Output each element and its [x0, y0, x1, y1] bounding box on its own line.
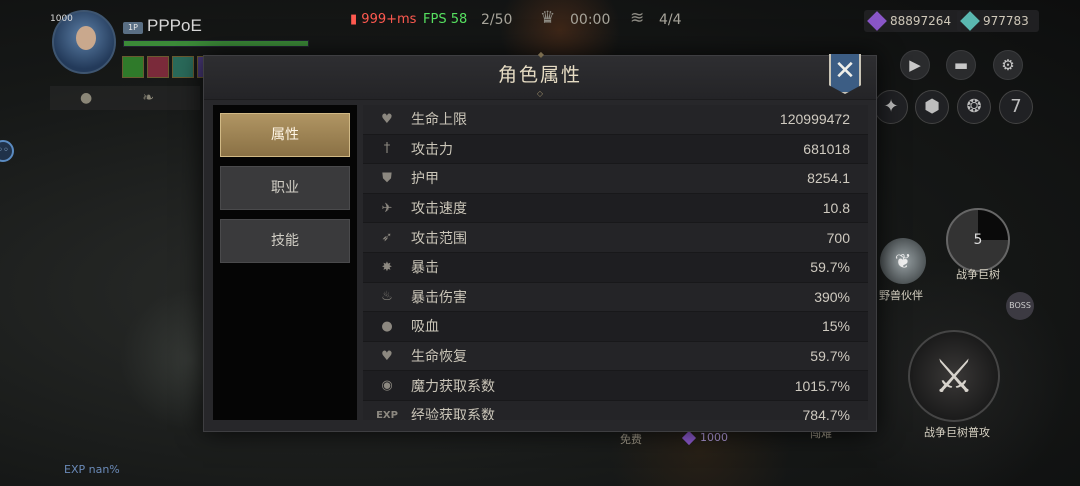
stat-label: 经验获取系数 — [411, 408, 495, 420]
basic-attack-label: 战争巨树普攻 — [924, 426, 990, 439]
stat-value: 10.8 — [822, 200, 850, 217]
purple-gem-icon — [867, 11, 887, 31]
stat-value: 681018 — [803, 140, 850, 157]
sword-icon: † — [383, 141, 391, 157]
panel-header: ◆ 角色属性 ◇ ✕ — [204, 50, 876, 100]
emblem-icon: ♛ — [540, 8, 556, 28]
stat-value: 59.7% — [810, 259, 850, 276]
player-level: 1000 — [50, 14, 73, 24]
stat-row: ♥ 生命恢复 59.7% — [363, 341, 868, 372]
settings-gear-icon[interactable]: ⚙ — [993, 50, 1023, 80]
stat-value: 15% — [821, 318, 850, 335]
stat-label: 攻击力 — [411, 141, 453, 158]
stat-value: 59.7% — [810, 348, 850, 365]
stat-label: 攻击速度 — [411, 201, 467, 218]
mana-icon: ◉ — [381, 378, 393, 394]
tab-profession[interactable]: 职业 — [220, 166, 350, 210]
rune-slot-icon[interactable]: ❂ — [957, 90, 991, 124]
stat-label: 吸血 — [411, 319, 439, 336]
leaf-icon[interactable]: ❧ — [142, 90, 154, 106]
tab-attributes[interactable]: 属性 — [220, 113, 350, 157]
match-timer: 00:00 — [570, 12, 611, 28]
stat-label: 魔力获取系数 — [411, 378, 495, 395]
stat-value: 784.7% — [802, 407, 850, 420]
wave-counter: 2/50 — [481, 12, 513, 28]
free-label: 免费 — [620, 433, 642, 446]
stat-value: 700 — [826, 229, 850, 246]
drop-icon: ● — [381, 318, 393, 334]
skill-tree-cooldown[interactable]: 5 — [946, 208, 1010, 272]
rune-slot-icon[interactable]: ⬢ — [915, 90, 949, 124]
title-ornament-icon: ◇ — [536, 89, 544, 98]
buff-icon — [172, 56, 194, 78]
flame-icon: ♨ — [381, 289, 393, 305]
heart-icon: ♥ — [381, 111, 393, 127]
stat-value: 120999472 — [779, 111, 850, 128]
stat-row: ✈ 攻击速度 10.8 — [363, 193, 868, 224]
stat-label: 护甲 — [411, 171, 439, 188]
tab-column: 属性 职业 技能 — [213, 105, 357, 420]
stat-row: ⛊ 护甲 8254.1 — [363, 164, 868, 194]
player-badge: 1P — [123, 22, 143, 34]
chat-button[interactable]: ▬ — [946, 50, 976, 80]
cost-value: 1000 — [700, 431, 728, 444]
currency-purple-value: 88897264 — [890, 14, 952, 28]
buff-icon — [147, 56, 169, 78]
rank-chevron-icon: ≋ — [630, 8, 645, 28]
ping-value: 999+ms — [361, 12, 417, 27]
teal-gem-icon — [960, 11, 980, 31]
stat-row: EXP 经验获取系数 784.7% — [363, 401, 868, 420]
stat-row: ♨ 暴击伤害 390% — [363, 282, 868, 313]
rune-slot-icon[interactable]: ✦ — [874, 90, 908, 124]
hp-bar — [123, 40, 309, 47]
stat-label: 攻击范围 — [411, 230, 467, 247]
wing-icon: ✈ — [381, 200, 393, 216]
beast-partner-icon[interactable]: ❦ — [880, 238, 926, 284]
basic-attack-sword-icon[interactable]: ⚔ — [908, 330, 1000, 422]
currency-teal-value: 977783 — [983, 14, 1029, 28]
player-name: PPPoE — [147, 16, 202, 35]
stat-label: 暴击伤害 — [411, 289, 467, 306]
currency-purple: 88897264 — [864, 10, 962, 32]
currency-teal: 977783 — [957, 10, 1039, 32]
heal-icon: ♥ — [381, 348, 393, 364]
exp-readout: EXP nan% — [64, 463, 120, 476]
signal-icon: ▮ — [350, 12, 358, 27]
stat-label: 暴击 — [411, 260, 439, 277]
stat-value: 390% — [814, 288, 850, 305]
stat-row: ● 吸血 15% — [363, 312, 868, 342]
panel-title: 角色属性 — [497, 64, 582, 86]
shield-icon: ⛊ — [382, 170, 392, 186]
stat-value: 8254.1 — [807, 170, 850, 187]
fps-readout: FPS 58 — [423, 12, 468, 27]
skill-tree-label: 战争巨树 — [956, 268, 1000, 281]
stat-label: 生命上限 — [411, 112, 467, 129]
partner-label: 野兽伙伴 — [879, 289, 923, 302]
ping-readout: ▮ 999+ms — [350, 12, 416, 27]
slot-seven[interactable]: 7 — [999, 90, 1033, 124]
stat-row: ♥ 生命上限 120999472 — [363, 105, 868, 135]
play-button[interactable]: ▶ — [900, 50, 930, 80]
buff-icon — [122, 56, 144, 78]
stat-list[interactable]: ♥ 生命上限 120999472 † 攻击力 681018 ⛊ 护甲 8254.1 ✈ 攻击速度 10… — [363, 105, 868, 420]
person-icon[interactable]: ● — [80, 90, 92, 106]
tab-skills[interactable]: 技能 — [220, 219, 350, 263]
arrow-icon: ➶ — [381, 230, 393, 246]
character-attributes-panel: ◆ 角色属性 ◇ ✕ 属性 职业 技能 ♥ 生命上限 120999472 † 攻击力 68… — [203, 50, 877, 432]
boss-icon[interactable]: BOSS — [1006, 292, 1034, 320]
stat-row: ◉ 魔力获取系数 1015.7% — [363, 371, 868, 401]
top-ornament-icon: ◆ — [537, 50, 545, 59]
burst-icon: ✸ — [381, 259, 393, 275]
stat-row: † 攻击力 681018 — [363, 134, 868, 165]
charge-counter: 4/4 — [659, 12, 682, 28]
stat-label: 生命恢复 — [411, 349, 467, 366]
close-icon[interactable]: ✕ — [834, 56, 856, 86]
exp-icon: EXP — [376, 409, 398, 420]
stat-value: 1015.7% — [794, 377, 850, 394]
close-button[interactable]: ✕ — [829, 54, 861, 94]
stat-row: ➶ 攻击范围 700 — [363, 223, 868, 253]
quick-bar: ● ❧ — [50, 86, 200, 110]
stat-row: ✸ 暴击 59.7% — [363, 253, 868, 283]
